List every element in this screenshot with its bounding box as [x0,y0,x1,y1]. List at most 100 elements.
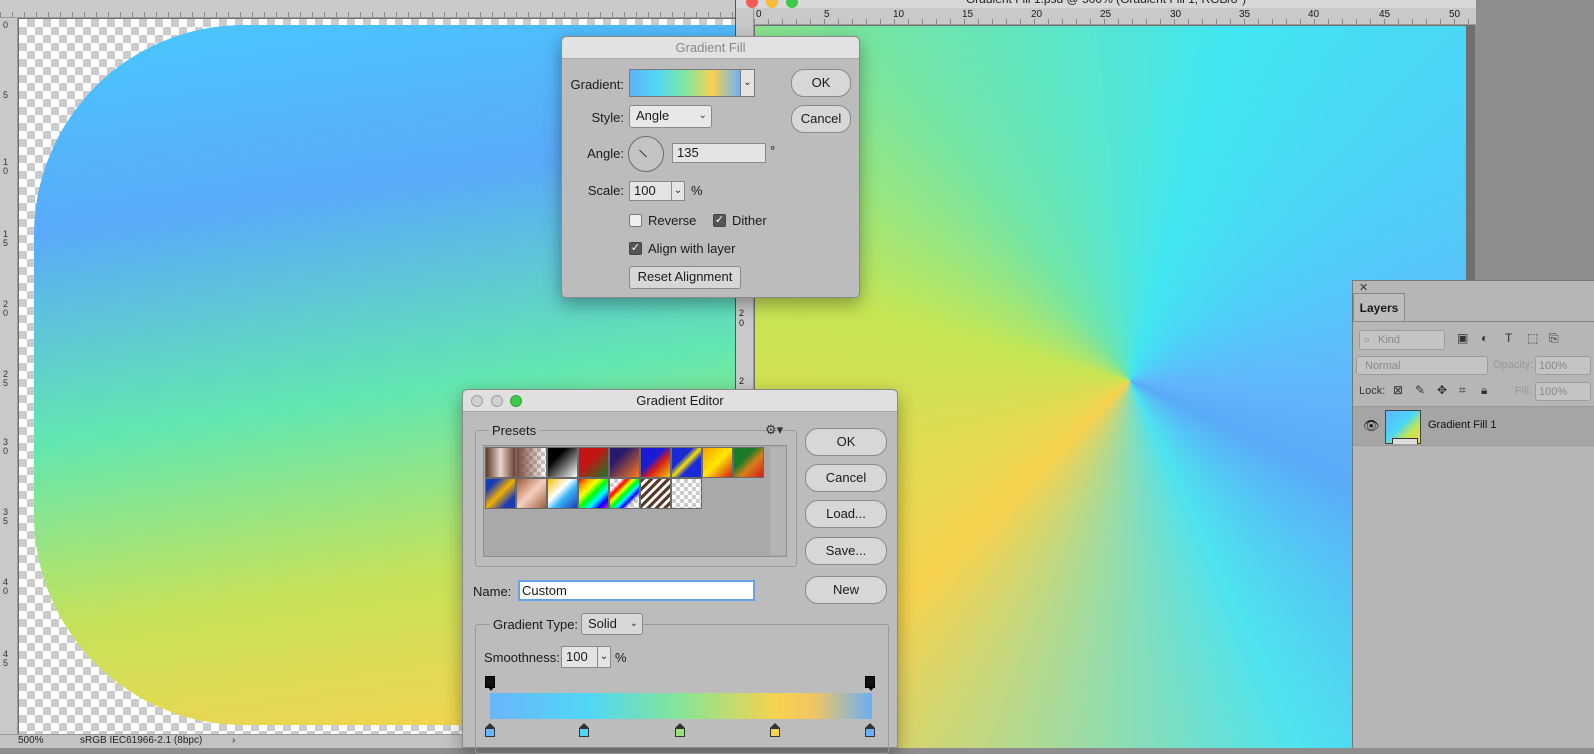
type-filter-icon[interactable]: T [1505,331,1512,345]
opacity-value: 100% [1539,360,1568,372]
shape-filter-icon[interactable]: ⬚ [1527,331,1538,345]
angle-input[interactable]: 135 [672,143,766,163]
preset-swatch[interactable] [547,447,578,478]
cancel-button[interactable]: Cancel [805,464,887,492]
ruler-mark: 50 [1449,9,1461,20]
color-stop-swatch [675,728,685,737]
gradient-type-value: Solid [588,616,617,631]
image-filter-icon[interactable]: ▣ [1457,331,1468,345]
ruler-mark: 4 0 [3,577,9,596]
color-profile: sRGB IEC61966-2.1 (8bpc) [80,735,203,746]
filter-kind-value: Kind [1378,334,1401,346]
preset-swatch[interactable] [671,447,702,478]
ok-button[interactable]: OK [791,69,851,97]
filter-kind-select[interactable]: ⌕ Kind [1359,330,1445,350]
lock-transparency-icon[interactable]: ⊠ [1393,383,1403,397]
preset-swatch[interactable] [485,478,516,509]
blend-mode-select[interactable]: Normal [1356,356,1488,375]
name-input[interactable]: Custom [518,580,755,601]
cancel-button[interactable]: Cancel [791,105,851,133]
zoom-level[interactable]: 500% [18,735,44,746]
reset-alignment-button[interactable]: Reset Alignment [629,266,741,289]
lock-position-icon[interactable]: ✥ [1437,383,1447,397]
scale-dropdown[interactable]: ⌄ [671,181,685,201]
layers-tab[interactable]: Layers [1353,293,1405,322]
gradient-label: Gradient: [570,77,624,92]
preset-swatch[interactable] [578,447,609,478]
align-with-layer-checkbox[interactable]: ✓ [629,242,642,255]
opacity-stop-right[interactable] [865,676,875,691]
status-menu-arrow[interactable]: › [232,735,235,746]
ruler-mark: 20 [1031,9,1043,20]
layer-name[interactable]: Gradient Fill 1 [1428,419,1496,431]
smoothness-dropdown[interactable]: ⌄ [597,646,611,668]
presets-scrollbar[interactable] [770,447,786,555]
chevron-down-icon: ⌄ [673,185,683,196]
style-select[interactable]: Angle ⌄ [629,105,712,128]
gradient-type-select[interactable]: Solid ⌄ [581,613,643,635]
gradient-bar[interactable] [490,693,872,719]
lock-label: Lock: [1359,385,1386,397]
title-bar: Gradient Editor [463,390,897,412]
preset-swatch[interactable] [609,478,640,509]
preset-swatch[interactable] [516,447,547,478]
preset-swatch[interactable] [609,447,640,478]
angle-label: Angle: [587,146,624,161]
save-button[interactable]: Save... [805,537,887,565]
presets-grid [483,445,787,557]
lock-pixels-icon[interactable]: ✎ [1415,383,1425,397]
smoothness-input[interactable]: 100 [561,646,599,668]
fill-input[interactable]: 100% [1535,382,1591,401]
preset-swatch[interactable] [578,478,609,509]
ruler-mark: 1 0 [3,157,9,176]
eye-icon[interactable]: 👁︎ [1363,418,1380,434]
preset-swatch[interactable] [547,478,578,509]
horizontal-ruler: 0 5 10 15 20 25 30 35 40 45 50 [754,8,1476,25]
preset-swatch[interactable] [485,447,516,478]
document-title: Gradient Fill 1.psd @ 500% (Gradient Fil… [736,0,1476,8]
opacity-input[interactable]: 100% [1535,356,1591,375]
checkmark-icon: ✓ [630,242,641,254]
lock-artboard-icon[interactable]: ⌗ [1459,383,1466,398]
preset-swatch[interactable] [640,478,671,509]
ruler-mark: 10 [893,9,905,20]
reverse-checkbox[interactable] [629,214,642,227]
lock-all-icon[interactable]: 🔒︎ [1481,383,1487,398]
ruler-mark: 0 [756,9,762,20]
preset-swatch[interactable] [640,447,671,478]
preset-swatch[interactable] [516,478,547,509]
color-stop[interactable] [865,723,875,737]
ruler-mark: 25 [1100,9,1112,20]
scale-label: Scale: [587,183,624,198]
load-button[interactable]: Load... [805,500,887,528]
angle-indicator [639,149,647,158]
chevron-down-icon: ⌄ [698,110,707,121]
presets-label: Presets [489,423,540,438]
color-stop[interactable] [485,723,495,737]
angle-dial[interactable] [628,136,664,172]
fill-label: Fill: [1515,385,1533,397]
preset-swatch[interactable] [733,447,764,478]
ruler-mark: 35 [1239,9,1251,20]
dialog-title: Gradient Editor [636,393,724,408]
opacity-stop-left[interactable] [485,676,495,691]
gradient-preview-swatch[interactable] [629,69,741,97]
color-stop[interactable] [675,723,685,737]
layers-panel: ✕ Layers ⌕ Kind ▣ ◐ T ⬚ ⎘ Normal Opacity… [1352,280,1594,748]
layer-thumbnail[interactable] [1385,410,1421,444]
scale-input[interactable]: 100 [629,181,673,201]
preset-swatch[interactable] [702,447,733,478]
adjustment-filter-icon[interactable]: ◐ [1481,331,1488,345]
new-button[interactable]: New [805,576,887,604]
preset-swatch[interactable] [671,478,702,509]
dither-checkbox[interactable]: ✓ [713,214,726,227]
ok-button[interactable]: OK [805,428,887,456]
color-stop-swatch [770,728,780,737]
smart-object-filter-icon[interactable]: ⎘ [1549,331,1559,346]
color-stop[interactable] [579,723,589,737]
dialog-title: Gradient Fill [562,37,859,59]
gear-icon[interactable]: ⚙▾ [765,422,783,438]
layer-row[interactable]: 👁︎ Gradient Fill 1 [1353,406,1594,446]
gradient-picker-dropdown[interactable]: ⌄ [741,69,755,97]
color-stop[interactable] [770,723,780,737]
